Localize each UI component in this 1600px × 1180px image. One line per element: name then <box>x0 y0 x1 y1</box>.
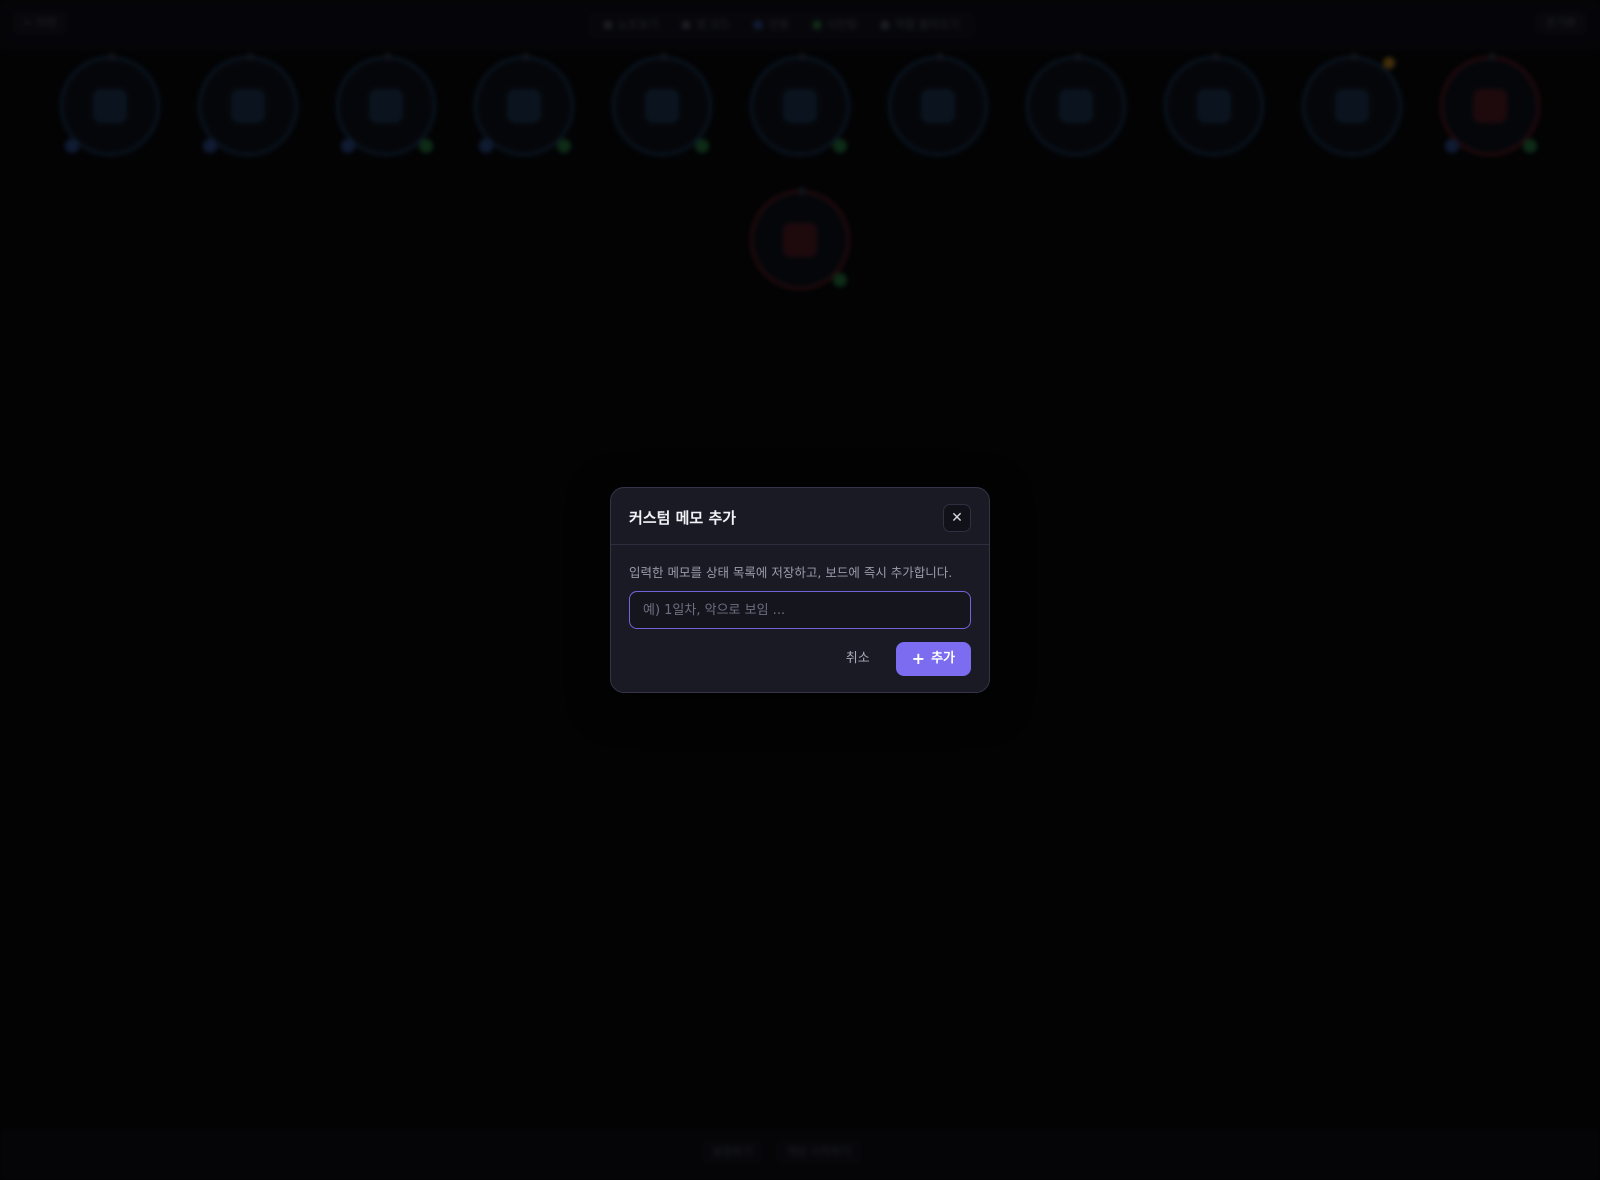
plus-icon: + <box>911 649 926 668</box>
add-button-label: 추가 <box>931 651 955 666</box>
add-button[interactable]: + 추가 <box>895 642 971 676</box>
dialog-header: 커스텀 메모 추가 ✕ <box>611 488 989 545</box>
dialog-description: 입력한 메모를 상태 목록에 저장하고, 보드에 즉시 추가합니다. <box>629 565 953 580</box>
cancel-button[interactable]: 취소 <box>834 642 882 676</box>
memo-input[interactable] <box>629 591 971 629</box>
dialog-title: 커스텀 메모 추가 <box>629 509 737 527</box>
close-icon: ✕ <box>951 510 963 526</box>
dialog-actions: 취소 + 추가 <box>834 642 971 676</box>
close-button[interactable]: ✕ <box>943 504 971 532</box>
custom-memo-dialog: 커스텀 메모 추가 ✕ 입력한 메모를 상태 목록에 저장하고, 보드에 즉시 … <box>610 487 990 693</box>
